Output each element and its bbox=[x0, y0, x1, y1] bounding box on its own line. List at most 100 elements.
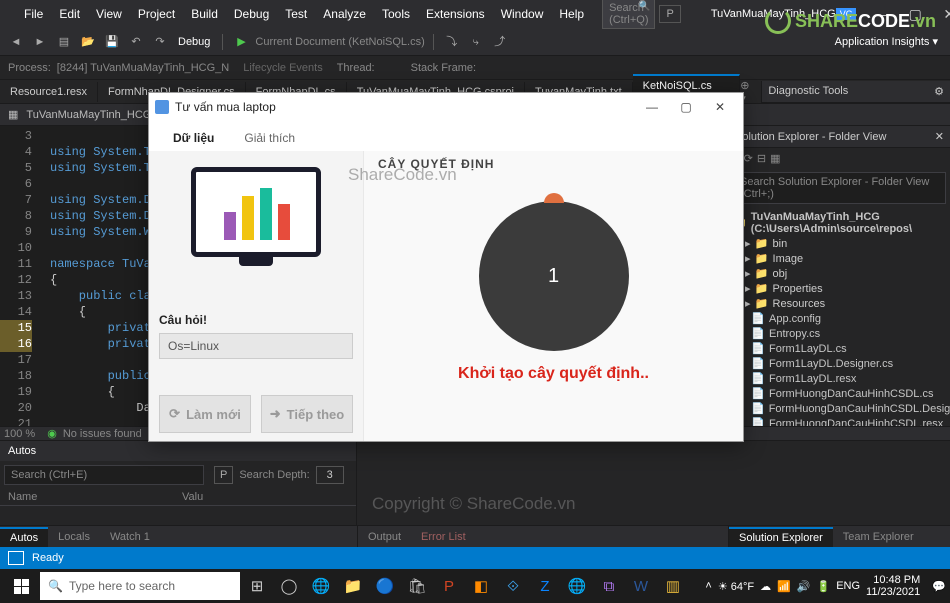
notifications-icon[interactable]: 💬 bbox=[932, 580, 946, 593]
wifi-icon[interactable]: 📶 bbox=[777, 580, 791, 593]
file-app-config[interactable]: 📄App.config bbox=[729, 311, 950, 326]
file-entropy-cs[interactable]: 📄Entropy.cs bbox=[729, 326, 950, 341]
step-out-button[interactable]: ⤴ bbox=[490, 32, 510, 52]
volume-icon[interactable]: 🔊 bbox=[797, 580, 811, 593]
question-dropdown[interactable]: Os=Linux bbox=[159, 333, 353, 359]
menu-project[interactable]: Project bbox=[130, 3, 183, 25]
debug-config-dropdown[interactable]: Debug bbox=[174, 36, 214, 48]
crumb-nsp-icon: ▦ bbox=[8, 108, 18, 121]
dialog-maximize-button[interactable]: ▢ bbox=[669, 100, 703, 114]
lifecycle-dropdown[interactable]: Lifecycle Events bbox=[243, 62, 322, 74]
menu-file[interactable]: File bbox=[16, 3, 51, 25]
pane-close-icon[interactable]: ✕ bbox=[935, 130, 944, 143]
battery-icon[interactable]: 🔋 bbox=[817, 580, 831, 593]
step-over-button[interactable]: ⤵ bbox=[442, 32, 462, 52]
edge2-icon[interactable]: 🌐 bbox=[562, 572, 592, 600]
clock[interactable]: 10:48 PM11/23/2021 bbox=[866, 574, 926, 598]
tab-team-explorer[interactable]: Team Explorer bbox=[833, 528, 924, 546]
quick-search-input[interactable]: Search (Ctrl+Q) bbox=[602, 0, 655, 29]
tray-chevron-icon[interactable]: ˄ bbox=[705, 580, 711, 592]
menu-test[interactable]: Test bbox=[277, 3, 315, 25]
folder-bin[interactable]: ▸📁bin bbox=[729, 236, 950, 251]
task-view-icon[interactable]: ⊞ bbox=[242, 572, 272, 600]
menu-tools[interactable]: Tools bbox=[374, 3, 418, 25]
menu-help[interactable]: Help bbox=[551, 3, 592, 25]
solution-tree[interactable]: 📁TuVanMuaMayTinh_HCG (C:\Users\Admin\sou… bbox=[729, 208, 950, 426]
menu-build[interactable]: Build bbox=[183, 3, 226, 25]
windows-taskbar: 🔍 Type here to search ⊞ ◯ 🌐 📁 🔵 🛍 P ◧ ⟐ … bbox=[0, 569, 950, 603]
start-button[interactable] bbox=[4, 572, 38, 600]
refresh-button[interactable]: ⟳Làm mới bbox=[159, 395, 251, 433]
weather-widget[interactable]: ☀ 64°F bbox=[718, 580, 754, 593]
tab-watch1[interactable]: Watch 1 bbox=[100, 528, 160, 546]
tab-error-list[interactable]: Error List bbox=[411, 528, 476, 546]
code-icon[interactable]: ◧ bbox=[466, 572, 496, 600]
zoom-level[interactable]: 100 % bbox=[4, 428, 35, 440]
sync-icon[interactable]: ⟳ bbox=[744, 152, 753, 165]
redo-button[interactable]: ↷ bbox=[150, 32, 170, 52]
file-form1laydl-designer-cs[interactable]: 📄Form1LayDL.Designer.cs bbox=[729, 356, 950, 371]
search-depth-dropdown[interactable]: 3 bbox=[316, 466, 344, 484]
menu-view[interactable]: View bbox=[88, 3, 130, 25]
doc-scope[interactable]: Current Document (KetNoiSQL.cs) bbox=[255, 36, 424, 48]
zalo-icon[interactable]: Z bbox=[530, 572, 560, 600]
cortana-icon[interactable]: ◯ bbox=[274, 572, 304, 600]
nav-fwd-button[interactable]: ► bbox=[30, 32, 50, 52]
folder-resources[interactable]: ▸📁Resources bbox=[729, 296, 950, 311]
menu-analyze[interactable]: Analyze bbox=[315, 3, 374, 25]
tab-locals[interactable]: Locals bbox=[48, 528, 100, 546]
feedback-icon[interactable] bbox=[8, 551, 24, 565]
menu-extensions[interactable]: Extensions bbox=[418, 3, 493, 25]
file-formhuongdancauhinhcsdl-resx[interactable]: 📄FormHuongDanCauHinhCSDL.resx bbox=[729, 416, 950, 426]
process-dropdown[interactable]: [8244] TuVanMuaMayTinh_HCG_N bbox=[57, 62, 229, 74]
dialog-close-button[interactable]: ✕ bbox=[703, 100, 737, 114]
tab-explain[interactable]: Giải thích bbox=[230, 125, 309, 151]
tab-resource1[interactable]: Resource1.resx bbox=[0, 82, 98, 102]
save-button[interactable]: 💾 bbox=[102, 32, 122, 52]
file-formhuongdancauhinhcsdl-cs[interactable]: 📄FormHuongDanCauHinhCSDL.cs bbox=[729, 386, 950, 401]
folder-image[interactable]: ▸📁Image bbox=[729, 251, 950, 266]
menu-edit[interactable]: Edit bbox=[51, 3, 88, 25]
menu-debug[interactable]: Debug bbox=[226, 3, 277, 25]
tab-autos[interactable]: Autos bbox=[0, 527, 48, 547]
sql-icon[interactable]: ▥ bbox=[658, 572, 688, 600]
autos-search-input[interactable]: Search (Ctrl+E) bbox=[4, 465, 204, 485]
step-into-button[interactable]: ⤷ bbox=[466, 32, 486, 52]
onedrive-icon[interactable]: ☁ bbox=[760, 580, 771, 593]
open-button[interactable]: 📂 bbox=[78, 32, 98, 52]
sol-search-input[interactable]: Search Solution Explorer - Folder View (… bbox=[733, 172, 946, 204]
edge-icon[interactable]: 🌐 bbox=[306, 572, 336, 600]
next-button[interactable]: ➜Tiếp theo bbox=[261, 395, 353, 433]
menu-window[interactable]: Window bbox=[493, 3, 552, 25]
sol-toolbar: ⌂⟳⊟▦ bbox=[729, 148, 950, 168]
ppt-icon[interactable]: P bbox=[434, 572, 464, 600]
crumb-project[interactable]: TuVanMuaMayTinh_HCG bbox=[22, 109, 155, 121]
lang-indicator[interactable]: ENG bbox=[836, 580, 860, 592]
tab-solution-explorer[interactable]: Solution Explorer bbox=[729, 527, 833, 547]
folder-obj[interactable]: ▸📁obj bbox=[729, 266, 950, 281]
col-value[interactable]: Valu bbox=[178, 491, 352, 503]
tab-output[interactable]: Output bbox=[358, 528, 411, 546]
undo-button[interactable]: ↶ bbox=[126, 32, 146, 52]
col-name[interactable]: Name bbox=[4, 491, 178, 503]
taskbar-search[interactable]: 🔍 Type here to search bbox=[40, 572, 240, 600]
file-form1laydl-cs[interactable]: 📄Form1LayDL.cs bbox=[729, 341, 950, 356]
store-icon[interactable]: 🛍 bbox=[402, 572, 432, 600]
collapse-icon[interactable]: ⊟ bbox=[757, 152, 766, 165]
dialog-minimize-button[interactable]: — bbox=[635, 100, 669, 114]
tree-root[interactable]: 📁TuVanMuaMayTinh_HCG (C:\Users\Admin\sou… bbox=[729, 210, 950, 236]
show-all-icon[interactable]: ▦ bbox=[770, 152, 780, 165]
vscode-icon[interactable]: ⟐ bbox=[498, 572, 528, 600]
tab-data[interactable]: Dữ liệu bbox=[159, 125, 228, 151]
file-formhuongdancauhinhcsdl-designer-cs[interactable]: 📄FormHuongDanCauHinhCSDL.Designer.cs bbox=[729, 401, 950, 416]
nav-back-button[interactable]: ◄ bbox=[6, 32, 26, 52]
continue-button[interactable]: ▶ bbox=[231, 32, 251, 52]
diag-settings-icon[interactable]: ⚙ bbox=[934, 85, 944, 98]
word-icon[interactable]: W bbox=[626, 572, 656, 600]
vs-icon[interactable]: ⧉ bbox=[594, 572, 624, 600]
new-button[interactable]: ▤ bbox=[54, 32, 74, 52]
file-form1laydl-resx[interactable]: 📄Form1LayDL.resx bbox=[729, 371, 950, 386]
chrome-icon[interactable]: 🔵 bbox=[370, 572, 400, 600]
explorer-icon[interactable]: 📁 bbox=[338, 572, 368, 600]
folder-properties[interactable]: ▸📁Properties bbox=[729, 281, 950, 296]
